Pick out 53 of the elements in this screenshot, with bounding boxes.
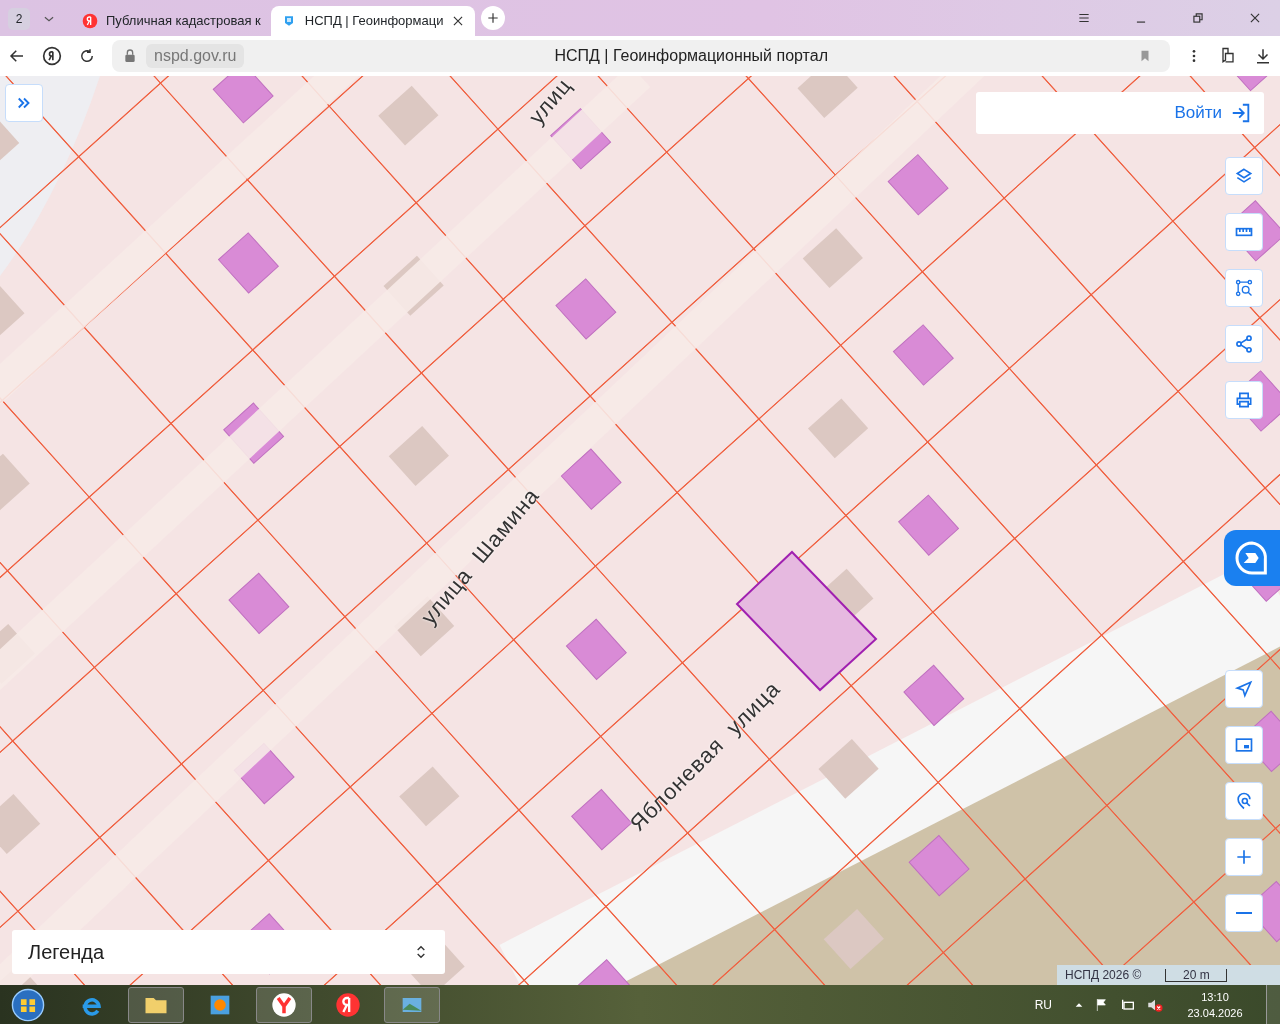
select-button[interactable] bbox=[1225, 269, 1263, 307]
print-button[interactable] bbox=[1225, 381, 1263, 419]
show-desktop-button[interactable] bbox=[1266, 985, 1280, 1024]
download-icon[interactable] bbox=[1254, 47, 1272, 65]
search-point-button[interactable] bbox=[1225, 782, 1263, 820]
attribution-text: НСПД 2026 © bbox=[1065, 967, 1142, 984]
share-icon bbox=[1234, 334, 1254, 354]
yandex-logo-icon bbox=[82, 13, 98, 29]
expand-panel-button[interactable] bbox=[5, 84, 43, 122]
login-button[interactable]: Войти bbox=[976, 92, 1264, 134]
zoom-in-button[interactable] bbox=[1225, 838, 1263, 876]
browser-tab[interactable]: НСПД | Геоинформаци bbox=[270, 6, 476, 36]
close-icon[interactable] bbox=[1248, 11, 1262, 25]
reload-icon[interactable] bbox=[78, 47, 96, 65]
clock-time: 13:10 bbox=[1201, 989, 1229, 1005]
windows-logo-icon bbox=[11, 987, 45, 1022]
share-button[interactable] bbox=[1225, 325, 1263, 363]
address-bar[interactable]: nspd.gov.ru НСПД | Геоинформационный портал bbox=[112, 40, 1170, 72]
scale-bar: 20 m bbox=[1165, 968, 1228, 982]
area-search-icon bbox=[1234, 278, 1254, 298]
yandex-icon[interactable] bbox=[42, 46, 62, 66]
tab-title: Публичная кадастровая к bbox=[106, 12, 261, 31]
back-arrow-icon[interactable] bbox=[8, 47, 26, 65]
legend-dropdown[interactable]: Легенда bbox=[12, 930, 445, 974]
page-title: НСПД | Геоинформационный портал bbox=[553, 46, 829, 66]
minimap-button[interactable] bbox=[1225, 726, 1263, 764]
zoom-out-icon bbox=[1235, 911, 1253, 915]
zoom-out-button[interactable] bbox=[1225, 894, 1263, 932]
taskbar-app[interactable] bbox=[256, 986, 312, 1023]
zoom-in-icon bbox=[1234, 847, 1254, 867]
plus-icon bbox=[486, 11, 501, 25]
locate-button[interactable] bbox=[1225, 670, 1263, 708]
navigation-arrow-icon bbox=[1234, 679, 1254, 699]
restore-icon[interactable] bbox=[1191, 11, 1205, 25]
tab-count-button[interactable]: 2 bbox=[8, 8, 30, 30]
tab-title: НСПД | Геоинформаци bbox=[304, 12, 444, 31]
language-indicator[interactable]: RU bbox=[1034, 995, 1052, 1014]
ruler-button[interactable] bbox=[1225, 213, 1263, 251]
yandex-icon bbox=[334, 990, 362, 1019]
login-icon bbox=[1230, 102, 1252, 124]
menu-icon[interactable] bbox=[1077, 11, 1091, 25]
taskbar-app[interactable] bbox=[128, 986, 184, 1023]
browser-tab[interactable]: Публичная кадастровая к bbox=[72, 6, 271, 36]
layers-icon bbox=[1234, 166, 1254, 186]
feedback-button[interactable] bbox=[1224, 530, 1280, 586]
print-icon bbox=[1234, 390, 1254, 410]
lock-icon bbox=[122, 48, 138, 64]
minimap-icon bbox=[1234, 735, 1254, 755]
new-tab-button[interactable] bbox=[481, 6, 506, 30]
address-text: nspd.gov.ru bbox=[146, 44, 245, 68]
clock-date: 23.04.2026 bbox=[1187, 1005, 1243, 1021]
layers-button[interactable] bbox=[1225, 157, 1263, 195]
yandex-browser-icon bbox=[270, 990, 298, 1019]
